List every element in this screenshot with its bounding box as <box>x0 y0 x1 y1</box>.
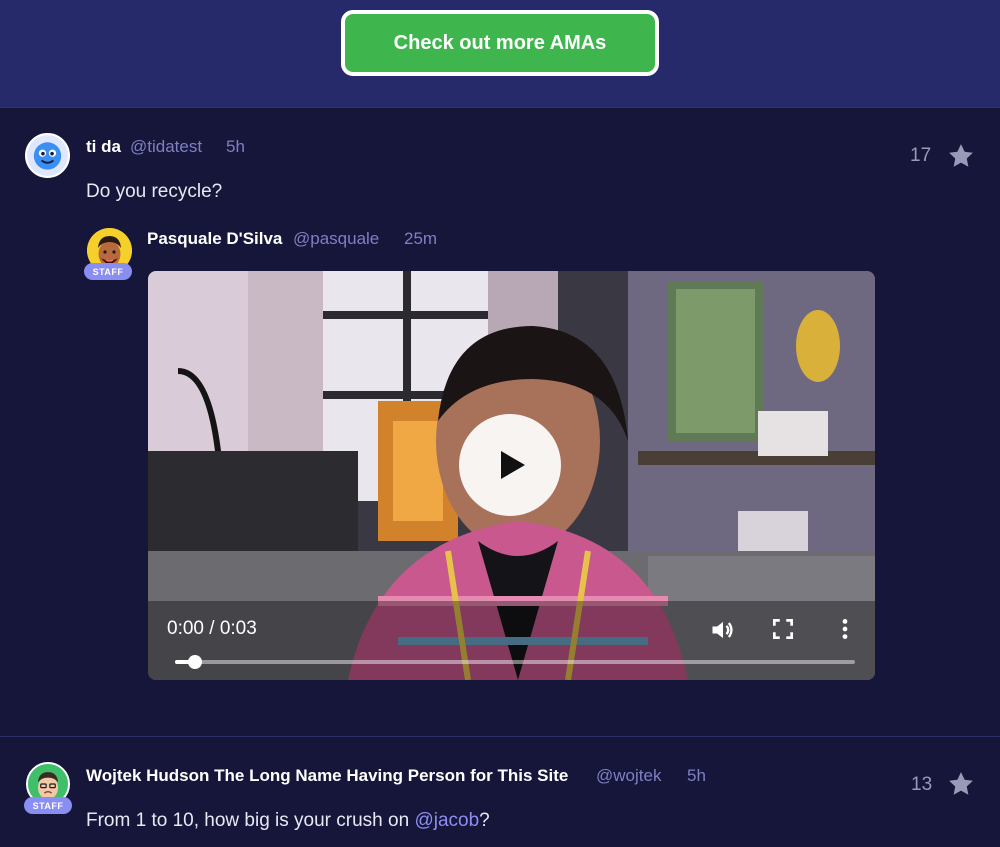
question-time: 5h <box>687 766 706 785</box>
answer-author-handle[interactable]: @pasquale <box>293 229 379 249</box>
answer-video-player[interactable]: 0:00 / 0:03 <box>148 271 875 680</box>
mention-link[interactable]: @jacob <box>414 810 479 831</box>
video-progress-bar[interactable] <box>175 655 855 669</box>
question-author-handle[interactable]: @tidatest <box>130 137 202 157</box>
question-author-name[interactable]: ti da <box>86 137 121 157</box>
answer-time: 25m <box>404 229 438 248</box>
ama-feed-page: Check out more AMAs ti da @tidatest 5h D… <box>0 0 1000 847</box>
staff-badge: STAFF <box>84 263 132 280</box>
avatar-tida[interactable] <box>25 133 70 178</box>
star-icon[interactable] <box>946 769 976 799</box>
question-text-start: From 1 to 10, how big is your crush on <box>86 810 415 831</box>
question-text: From 1 to 10, how big is your crush on @… <box>86 810 490 832</box>
play-icon <box>501 451 525 479</box>
question-author-name[interactable]: Wojtek Hudson The Long Name Having Perso… <box>86 766 568 786</box>
post-divider <box>0 736 1000 737</box>
question-text: Do you recycle? <box>86 181 223 202</box>
more-vertical-icon[interactable] <box>832 616 858 642</box>
top-banner: Check out more AMAs <box>0 0 1000 108</box>
volume-icon[interactable] <box>709 616 737 644</box>
staff-badge: STAFF <box>24 797 72 814</box>
answer-author-name[interactable]: Pasquale D'Silva <box>147 229 282 249</box>
video-time-display: 0:00 / 0:03 <box>167 618 257 639</box>
blue-smiley-avatar-icon <box>27 135 68 176</box>
fullscreen-icon[interactable] <box>770 616 796 642</box>
question-text-end: ? <box>479 810 490 831</box>
star-count: 13 <box>911 774 933 795</box>
question-author-handle[interactable]: @wojtek <box>596 766 661 786</box>
question-time: 5h <box>226 137 245 156</box>
check-out-more-amas-button[interactable]: Check out more AMAs <box>341 10 659 76</box>
play-button[interactable] <box>459 414 561 516</box>
star-icon[interactable] <box>946 141 976 171</box>
star-count: 17 <box>910 145 932 166</box>
